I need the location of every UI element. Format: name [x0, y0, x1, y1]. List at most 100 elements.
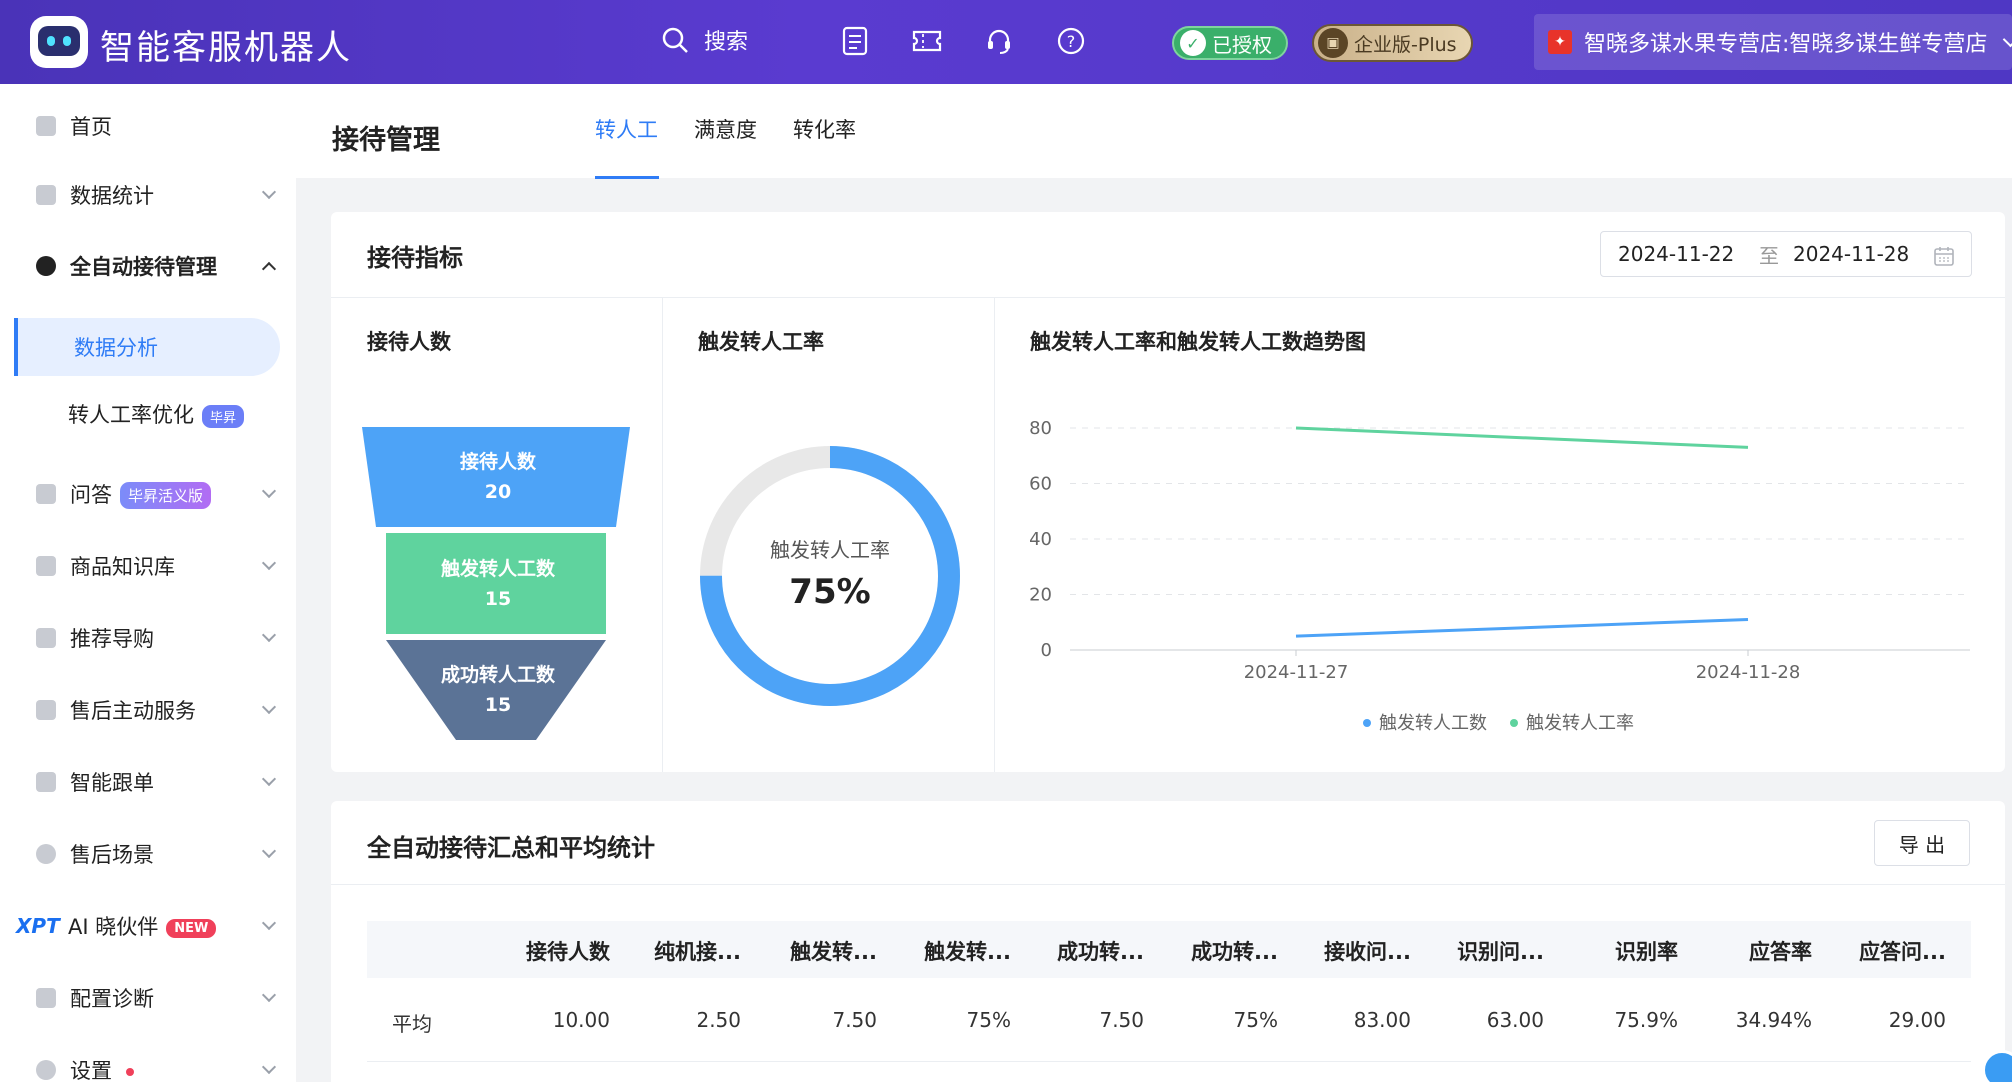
chevron-up-icon [261, 261, 277, 277]
table-row-label: 平均 [392, 1012, 432, 1036]
series-line [1295, 617, 1749, 638]
sidebar-item-home[interactable]: 首页 [0, 98, 296, 154]
x-tick-label: 2024-11-27 [1244, 662, 1349, 683]
chevron-down-icon [261, 1059, 277, 1075]
table-row-divider [367, 1061, 1971, 1062]
page-header: 接待管理 转人工 满意度 转化率 [296, 84, 2012, 179]
sidebar-item-settings[interactable]: 设置 [0, 1042, 296, 1082]
legend-label: 触发转人工率 [1526, 713, 1634, 734]
bisheng-version-tag: 毕昇活义版 [120, 482, 212, 510]
table-cell: 2.50 [696, 1008, 741, 1032]
table-cell: 63.00 [1486, 1008, 1544, 1032]
tab-satisfaction[interactable]: 满意度 [694, 114, 757, 144]
column-divider [662, 297, 663, 772]
xpt-logo: XPT [16, 914, 60, 938]
date-start[interactable]: 2024-11-22 [1618, 242, 1734, 266]
legend-label: 触发转人工数 [1379, 713, 1487, 734]
funnel-label-success: 成功转人工数 15 [440, 664, 555, 716]
date-end[interactable]: 2024-11-28 [1793, 242, 1909, 266]
table-cell: 7.50 [1099, 1008, 1144, 1032]
sidebar-item-config-diagnosis[interactable]: 配置诊断 [0, 970, 296, 1026]
palette-icon [36, 256, 56, 276]
store-selector[interactable]: ✦ 智晓多谋水果专营店:智晓多谋生鲜专营店 [1534, 14, 2012, 70]
sidebar-item-qa[interactable]: 问答 毕昇活义版 [0, 466, 296, 522]
table-column-header: 纯机接... [654, 940, 741, 964]
bisheng-tag: 毕昇 [202, 404, 245, 428]
chevron-down-icon [261, 184, 277, 200]
export-button[interactable]: 导 出 [1874, 820, 1970, 866]
card-divider [331, 884, 2005, 885]
legend-marker [1510, 719, 1518, 727]
y-tick-label: 60 [1029, 474, 1052, 495]
top-bar: 智能客服机器人 搜索 ? ✓ 已授权 ▣ 企业版-Plus ✦ 智晓多谋水果专营… [0, 0, 2012, 84]
sidebar-item-recommend[interactable]: 推荐导购 [0, 610, 296, 666]
search-button[interactable]: 搜索 [660, 24, 748, 56]
table-column-header: 接待人数 [526, 940, 610, 964]
column-divider [994, 297, 995, 772]
checklist-icon[interactable] [838, 24, 872, 58]
list-icon [36, 700, 56, 720]
donut-center-value: 75% [789, 572, 871, 612]
help-icon[interactable]: ? [1054, 24, 1088, 58]
trend-chart: 80 60 40 20 0 2024-11-27 2024-11-28 触发转人工数 触发转人工… [1029, 418, 1970, 734]
table-cell: 75.9% [1614, 1008, 1678, 1032]
chevron-down-icon [261, 483, 277, 499]
tab-conversion[interactable]: 转化率 [793, 114, 856, 144]
table-column-header: 应答率 [1749, 940, 1812, 964]
chat-icon [36, 484, 56, 504]
table-cell: 10.00 [552, 1008, 610, 1032]
metrics-card-title: 接待指标 [367, 244, 463, 272]
table-column-header: 成功转... [1191, 940, 1278, 964]
search-label: 搜索 [704, 30, 749, 55]
chevron-down-icon [261, 915, 277, 931]
table-cell: 83.00 [1353, 1008, 1411, 1032]
series-line [1295, 426, 1749, 449]
chevron-down-icon [261, 771, 277, 787]
funnel-label-reception: 接待人数 20 [459, 451, 536, 503]
chevron-down-icon [261, 555, 277, 571]
table-column-header: 触发转... [790, 940, 877, 964]
diagnosis-icon [36, 988, 56, 1008]
notification-dot [126, 1068, 134, 1076]
table-column-header: 应答问... [1859, 940, 1946, 964]
bag-icon [36, 556, 56, 576]
ticket-icon[interactable] [910, 24, 944, 58]
x-tick-label: 2024-11-28 [1696, 662, 1801, 683]
funnel-title: 接待人数 [367, 330, 451, 354]
tab-transfer[interactable]: 转人工 [595, 114, 658, 144]
y-tick-label: 20 [1029, 585, 1052, 606]
chevron-down-icon [261, 843, 277, 859]
bar-chart-icon [36, 185, 56, 205]
robot-logo-icon [30, 16, 88, 68]
shield-check-icon: ✓ [1180, 30, 1206, 56]
gear-icon [36, 1060, 56, 1080]
chevron-down-icon [261, 627, 277, 643]
table-column-header: 识别问... [1457, 940, 1544, 964]
y-tick-label: 0 [1041, 640, 1052, 661]
table-column-header: 触发转... [924, 940, 1011, 964]
sidebar-item-after-sale-service[interactable]: 售后主动服务 [0, 682, 296, 738]
chevron-down-icon [2003, 31, 2012, 47]
table-cell: 34.94% [1735, 1008, 1812, 1032]
funnel-label-triggered: 触发转人工数 15 [440, 557, 555, 610]
donut-title: 触发转人工率 [698, 330, 824, 354]
edition-badge: ▣ 企业版-Plus [1312, 24, 1473, 62]
sidebar-item-transfer-optimization[interactable]: 转人工率优化 毕昇 [14, 385, 280, 443]
table-column-header: 识别率 [1615, 940, 1678, 964]
sidebar-item-auto-reception[interactable]: 全自动接待管理 [0, 238, 296, 294]
headset-icon[interactable] [982, 24, 1016, 58]
sidebar-item-after-sale-scene[interactable]: 售后场景 [0, 826, 296, 882]
coin-icon [36, 844, 56, 864]
sidebar-item-ai-partner[interactable]: XPT AI 晓伙伴 NEW [0, 898, 296, 954]
table-cell: 75% [966, 1008, 1011, 1032]
store-name: 智晓多谋水果专营店:智晓多谋生鲜专营店 [1584, 32, 1988, 57]
sidebar-item-product-kb[interactable]: 商品知识库 [0, 538, 296, 594]
app-title: 智能客服机器人 [100, 28, 352, 68]
chevron-down-icon [261, 987, 277, 1003]
date-range-picker[interactable]: 2024-11-22 至 2024-11-28 [1600, 231, 1972, 277]
recommend-icon [36, 628, 56, 648]
sidebar-item-smart-followup[interactable]: 智能跟单 [0, 754, 296, 810]
sidebar-item-data-analysis[interactable]: 数据分析 [14, 318, 280, 376]
calendar-icon [1934, 247, 1954, 266]
sidebar-item-data-stats[interactable]: 数据统计 [0, 167, 296, 223]
